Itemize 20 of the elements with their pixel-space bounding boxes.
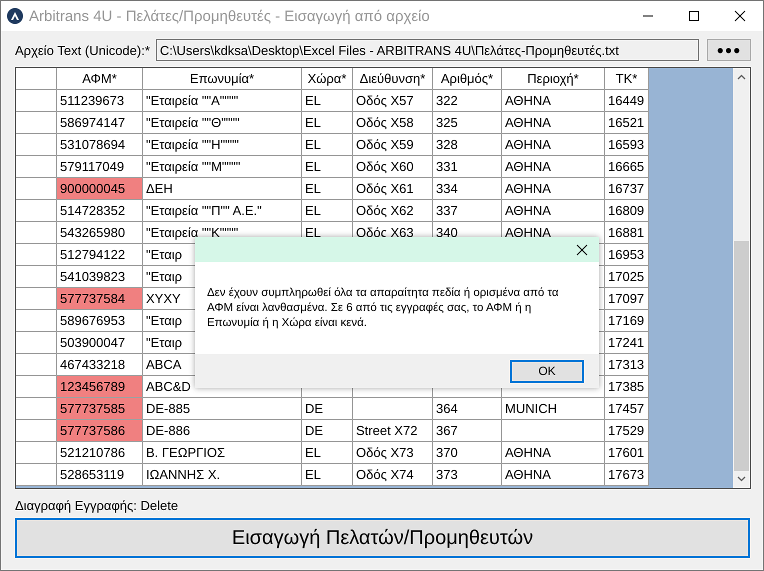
file-label: Αρχείο Text (Unicode):* — [15, 42, 150, 58]
close-icon[interactable] — [576, 244, 588, 256]
table-cell: 577737586 — [57, 420, 142, 441]
close-icon[interactable] — [734, 10, 746, 22]
delete-hint: Διαγραφή Εγγραφής: Delete — [15, 498, 180, 513]
app-logo-icon — [7, 8, 23, 24]
browse-button[interactable]: ●●● — [707, 39, 751, 61]
table-cell: 123456789 — [57, 376, 142, 397]
file-path-field[interactable]: C:\Users\kdksa\Desktop\Excel Files - ARBITRANS 4U\Πελάτες-Προμηθευτές.txt — [156, 39, 699, 61]
scrollbar-thumb[interactable] — [734, 241, 749, 471]
window-title: Arbitrans 4U - Πελάτες/Προμηθευτές - Εισαγωγή από αρχείο — [29, 8, 431, 24]
table-cell: 900000045 — [57, 178, 142, 199]
table-cell: 577737585 — [57, 398, 142, 419]
ok-button[interactable]: OK — [511, 360, 583, 382]
scroll-down-icon[interactable] — [737, 476, 746, 482]
table-cell: 577737584 — [57, 288, 142, 309]
scroll-up-icon[interactable] — [737, 74, 746, 80]
import-button[interactable]: Εισαγωγή Πελατών/Προμηθευτών — [15, 518, 750, 558]
vertical-scrollbar[interactable] — [733, 68, 750, 488]
maximize-icon[interactable] — [688, 10, 700, 22]
